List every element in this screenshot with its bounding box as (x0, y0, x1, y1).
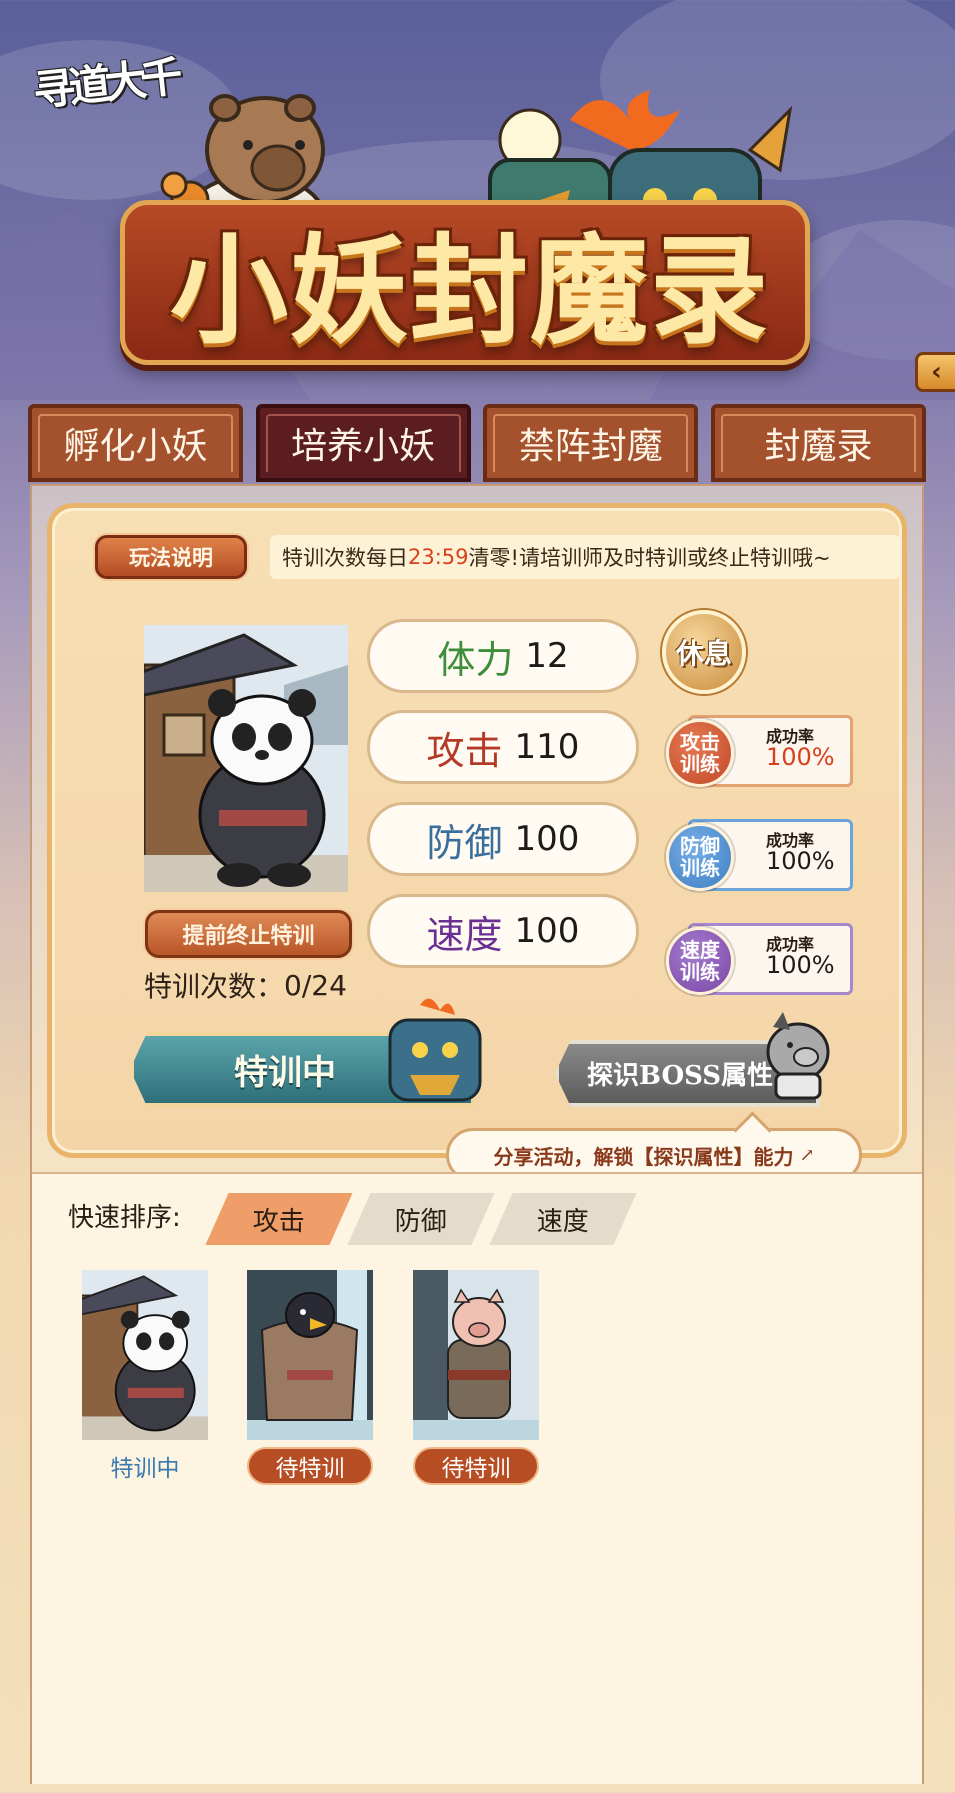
monster-status-panda: 特训中 (110, 1456, 180, 1482)
defense-training-button[interactable]: 防御 训练 成功率 100% (648, 817, 853, 893)
monster-train-button-pig[interactable]: 待特训 (413, 1447, 539, 1485)
defense-training-icon: 防御 训练 (666, 823, 734, 891)
monster-card-pig[interactable] (413, 1270, 539, 1440)
attack-training-button[interactable]: 攻击 训练 成功率 100% (648, 713, 853, 789)
monster-portrait (144, 625, 348, 892)
stat-stamina: 体力 12 (367, 619, 639, 693)
panda-portrait-icon (144, 625, 348, 892)
stop-training-button[interactable]: 提前终止特训 (145, 910, 352, 958)
tab-seal-array[interactable]: 禁阵封魔 (483, 404, 699, 482)
monster-card-panda[interactable] (82, 1270, 208, 1440)
monster-card-eagle[interactable] (247, 1270, 373, 1440)
stat-speed: 速度 100 (367, 894, 639, 968)
sort-defense-button[interactable]: 防御 (347, 1193, 495, 1245)
rules-button[interactable]: 玩法说明 (95, 535, 247, 579)
boar-mascot-icon (766, 1012, 830, 1100)
eagle-card-icon (247, 1270, 373, 1440)
reset-notice: 特训次数每日 23:59 清零!请培训师及时特训或终止特训哦~ (270, 535, 900, 579)
external-link-icon: ↗ (799, 1144, 815, 1166)
tab-cultivate[interactable]: 培养小妖 (255, 404, 471, 482)
stat-defense: 防御 100 (367, 802, 639, 876)
speed-training-button[interactable]: 速度 训练 成功率 100% (648, 921, 853, 997)
speed-training-icon: 速度 训练 (666, 927, 734, 995)
tab-seal-record[interactable]: 封魔录 (710, 404, 926, 482)
boss-monster-icon (388, 998, 482, 1102)
page-title: 小妖封魔录 (169, 220, 770, 360)
training-count: 特训次数： 0/24 (144, 968, 347, 1004)
chevron-left-icon: ‹ (931, 357, 942, 387)
monster-train-button-eagle[interactable]: 待特训 (247, 1447, 373, 1485)
panda-card-icon (82, 1270, 208, 1440)
collapse-button[interactable]: ‹ (915, 352, 955, 392)
sort-label: 快速排序: (68, 1203, 181, 1233)
pig-card-icon (413, 1270, 539, 1440)
stat-attack: 攻击 110 (367, 710, 639, 784)
tab-bar: 孵化小妖 培养小妖 禁阵封魔 封魔录 (28, 404, 926, 484)
tab-hatch[interactable]: 孵化小妖 (28, 404, 243, 482)
sort-attack-button[interactable]: 攻击 (205, 1193, 353, 1245)
attack-training-icon: 攻击 训练 (666, 719, 734, 787)
sort-speed-button[interactable]: 速度 (489, 1193, 637, 1245)
rest-button[interactable]: 休息 (662, 610, 746, 694)
